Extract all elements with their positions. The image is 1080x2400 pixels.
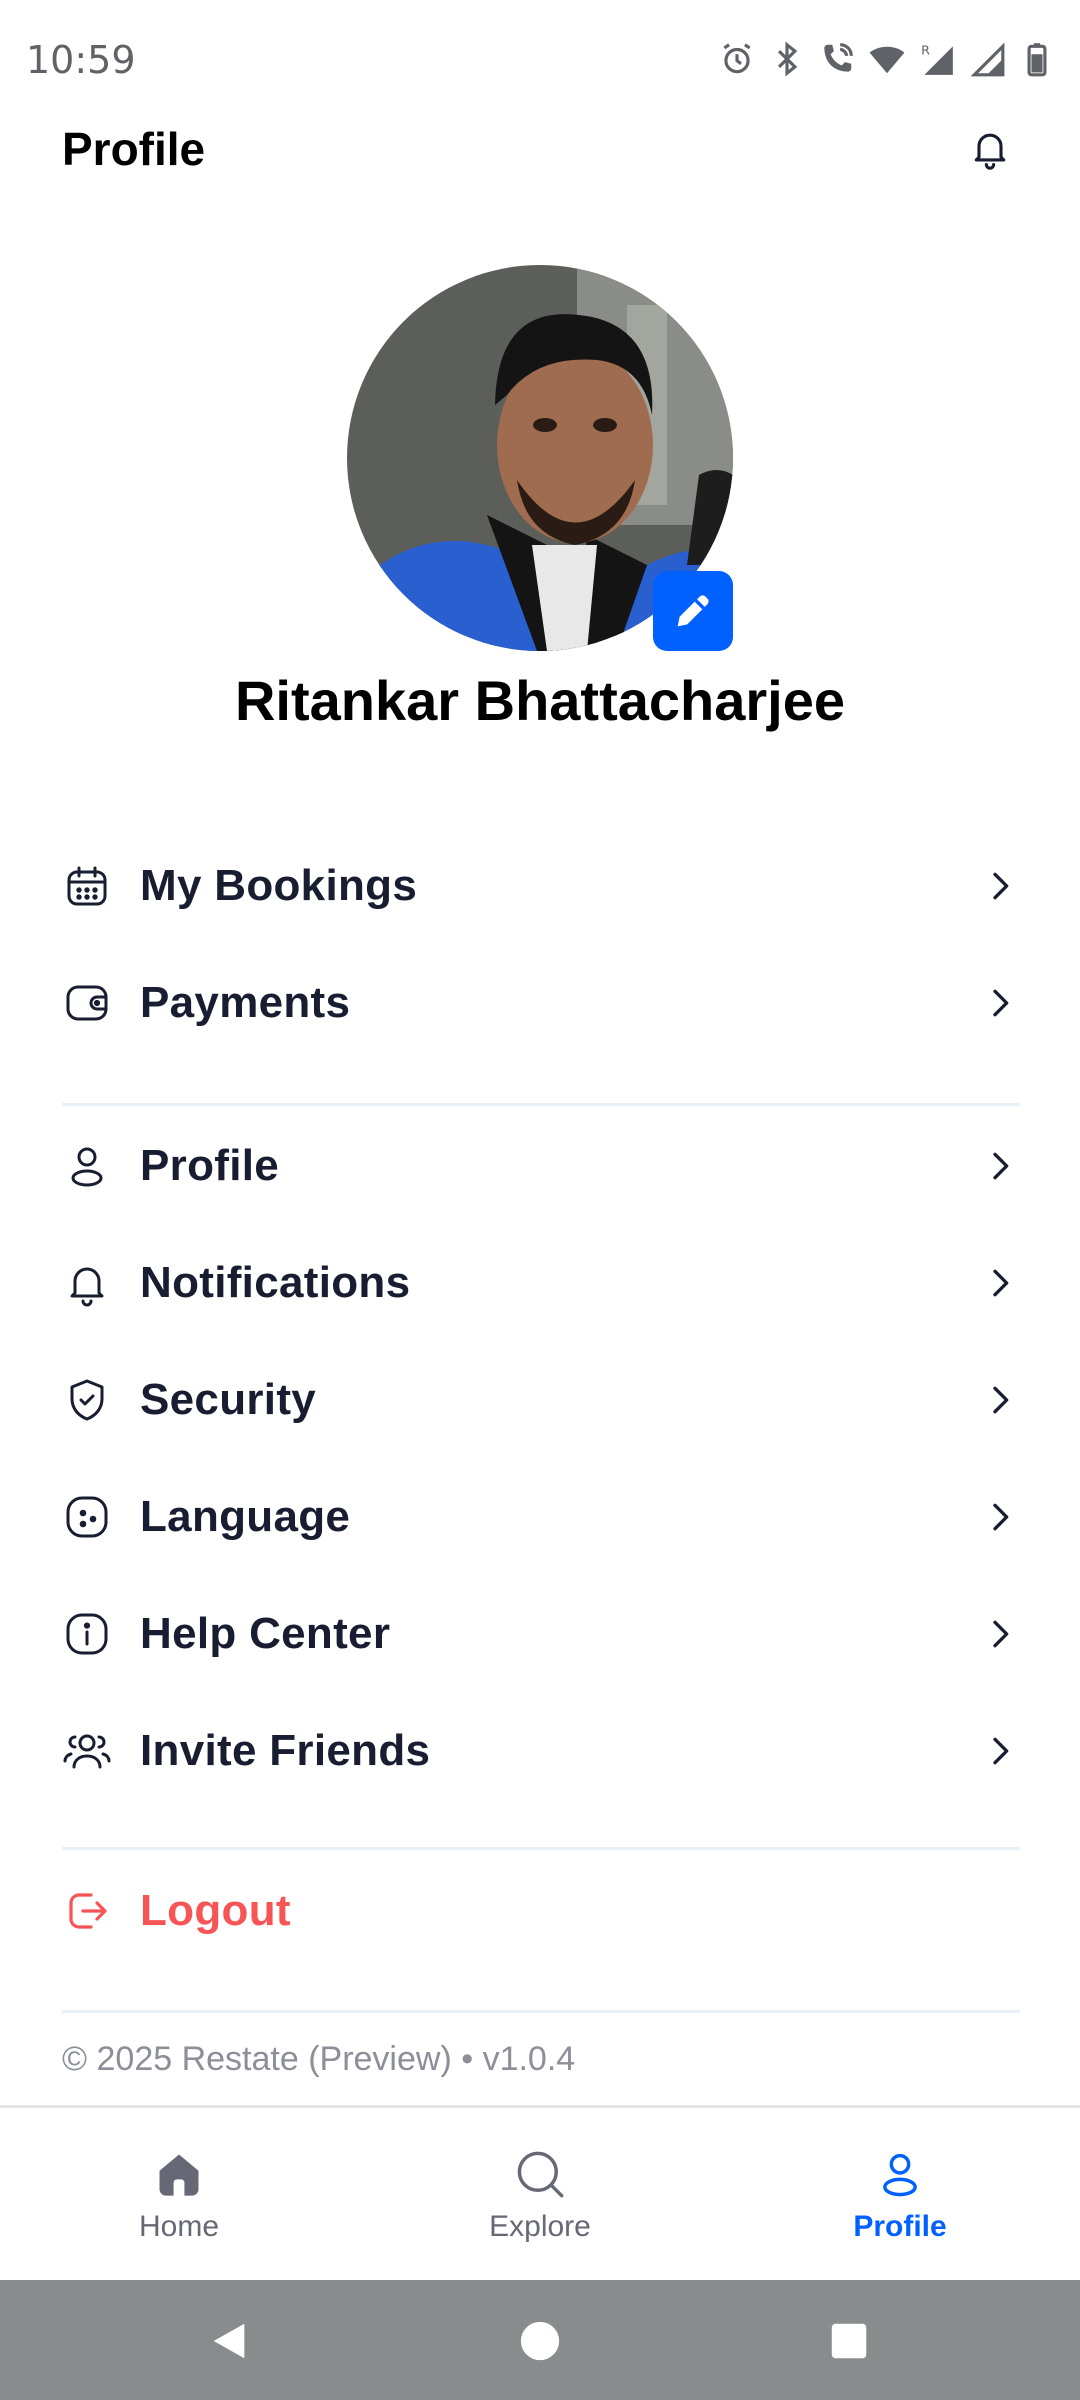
menu-item-profile[interactable]: Profile bbox=[62, 1107, 1020, 1224]
people-icon bbox=[62, 1726, 112, 1776]
home-icon bbox=[159, 2154, 199, 2196]
tab-profile[interactable]: Profile bbox=[800, 2148, 1000, 2244]
chevron-right-icon bbox=[980, 1497, 1020, 1537]
chevron-right-icon bbox=[980, 1731, 1020, 1771]
menu-primary: My Bookings Payments bbox=[62, 827, 1020, 1061]
menu-item-payments[interactable]: Payments bbox=[62, 944, 1020, 1061]
tab-explore[interactable]: Explore bbox=[440, 2148, 640, 2244]
notifications-button[interactable] bbox=[960, 118, 1020, 178]
user-name: Ritankar Bhattacharjee bbox=[234, 669, 845, 732]
calendar-icon bbox=[62, 861, 112, 911]
menu-item-invite-friends[interactable]: Invite Friends bbox=[62, 1692, 1020, 1809]
menu-item-label: Payments bbox=[140, 977, 351, 1027]
chevron-right-icon bbox=[980, 983, 1020, 1023]
menu-item-security[interactable]: Security bbox=[62, 1341, 1020, 1458]
tab-label: Profile bbox=[853, 2210, 947, 2243]
pencil-icon bbox=[677, 595, 709, 627]
menu-item-language[interactable]: Language bbox=[62, 1458, 1020, 1575]
person-icon bbox=[883, 2153, 917, 2197]
alarm-icon bbox=[723, 43, 751, 74]
bottom-tab-bar: Home Explore Profile bbox=[0, 2105, 1080, 2280]
edit-avatar-button[interactable] bbox=[653, 571, 733, 651]
menu-item-my-bookings[interactable]: My Bookings bbox=[62, 827, 1020, 944]
app-header: Profile bbox=[0, 110, 1080, 190]
chevron-right-icon bbox=[980, 1146, 1020, 1186]
signal-r-icon: R bbox=[921, 42, 953, 75]
bell-icon bbox=[974, 133, 1006, 170]
chevron-right-icon bbox=[980, 1380, 1020, 1420]
tab-label: Home bbox=[138, 2210, 220, 2243]
logout-button[interactable]: Logout bbox=[62, 1852, 1020, 1969]
language-icon bbox=[62, 1492, 112, 1542]
menu-item-label: Help Center bbox=[140, 1608, 391, 1658]
menu-item-label: Invite Friends bbox=[140, 1725, 431, 1775]
page-title: Profile bbox=[62, 123, 206, 175]
status-bar: 10:59 R bbox=[0, 0, 1080, 110]
wallet-icon bbox=[62, 978, 112, 1028]
status-time: 10:59 bbox=[26, 38, 136, 82]
wifi-icon bbox=[869, 46, 905, 74]
menu-logout: Logout bbox=[62, 1852, 1020, 1969]
logout-label: Logout bbox=[140, 1885, 291, 1935]
divider bbox=[62, 1103, 1020, 1106]
menu-item-label: Language bbox=[140, 1491, 351, 1541]
menu-item-label: Security bbox=[140, 1374, 317, 1424]
divider bbox=[62, 2010, 1020, 2013]
shield-icon bbox=[62, 1375, 112, 1425]
divider bbox=[62, 1847, 1020, 1850]
home-circle-icon[interactable] bbox=[517, 2318, 563, 2364]
version-footer: © 2025 Restate (Preview) • v1.0.4 bbox=[62, 2040, 576, 2078]
menu-settings: Profile Notifications Security Language … bbox=[62, 1107, 1020, 1809]
chevron-right-icon bbox=[980, 1263, 1020, 1303]
menu-item-help-center[interactable]: Help Center bbox=[62, 1575, 1020, 1692]
chevron-right-icon bbox=[980, 1614, 1020, 1654]
tab-label: Explore bbox=[489, 2210, 591, 2243]
logout-icon bbox=[62, 1886, 112, 1936]
tab-home[interactable]: Home bbox=[79, 2148, 279, 2244]
battery-icon bbox=[1027, 43, 1047, 77]
search-icon bbox=[517, 2151, 564, 2198]
svg-text:R: R bbox=[921, 42, 930, 57]
signal-icon bbox=[970, 42, 1005, 77]
menu-item-label: Notifications bbox=[140, 1257, 411, 1307]
menu-item-label: My Bookings bbox=[140, 860, 418, 910]
menu-item-label: Profile bbox=[140, 1140, 280, 1190]
chevron-right-icon bbox=[980, 866, 1020, 906]
back-icon[interactable] bbox=[206, 2318, 252, 2364]
system-navigation-bar bbox=[0, 2280, 1080, 2400]
menu-item-notifications[interactable]: Notifications bbox=[62, 1224, 1020, 1341]
wifi-call-icon bbox=[824, 43, 853, 72]
info-icon bbox=[62, 1609, 112, 1659]
person-icon bbox=[62, 1141, 112, 1191]
profile-avatar-container bbox=[347, 265, 733, 651]
recents-icon[interactable] bbox=[826, 2318, 872, 2364]
bluetooth-icon bbox=[777, 41, 798, 77]
status-icons: R bbox=[718, 40, 1056, 78]
bell-icon bbox=[62, 1258, 112, 1308]
